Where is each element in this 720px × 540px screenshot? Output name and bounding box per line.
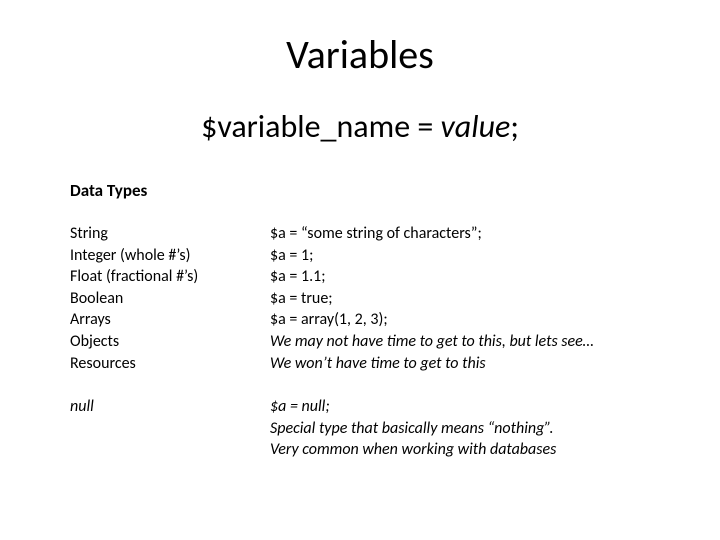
type-string: String (70, 223, 270, 245)
type-arrays: Arrays (70, 309, 270, 331)
slide-title: Variables (70, 30, 650, 79)
example-objects: We may not have time to get to this, but… (270, 331, 650, 353)
columns: String Integer (whole #’s) Float (fracti… (70, 223, 650, 461)
example-arrays: $a = array(1, 2, 3); (270, 309, 650, 331)
example-boolean: $a = true; (270, 288, 650, 310)
example-resources: We won’t have time to get to this (270, 353, 650, 375)
syntax-value: value (441, 107, 511, 146)
type-null: null (70, 396, 270, 418)
examples-column: $a = “some string of characters”; $a = 1… (270, 223, 650, 461)
syntax-prefix: $variable_name = (201, 107, 440, 146)
type-resources: Resources (70, 353, 270, 375)
syntax-suffix: ; (510, 107, 519, 146)
example-float: $a = 1.1; (270, 266, 650, 288)
type-boolean: Boolean (70, 288, 270, 310)
subheading-data-types: Data Types (70, 180, 650, 201)
type-objects: Objects (70, 331, 270, 353)
syntax-line: $variable_name = value; (70, 107, 650, 146)
example-integer: $a = 1; (270, 245, 650, 267)
example-null-assign: $a = null; (270, 396, 650, 418)
type-integer: Integer (whole #’s) (70, 245, 270, 267)
example-string: $a = “some string of characters”; (270, 223, 650, 245)
type-float: Float (fractional #’s) (70, 266, 270, 288)
slide: Variables $variable_name = value; Data T… (0, 0, 720, 540)
example-null-desc1: Special type that basically means “nothi… (270, 418, 650, 440)
example-null-desc2: Very common when working with databases (270, 439, 650, 461)
types-column: String Integer (whole #’s) Float (fracti… (70, 223, 270, 461)
